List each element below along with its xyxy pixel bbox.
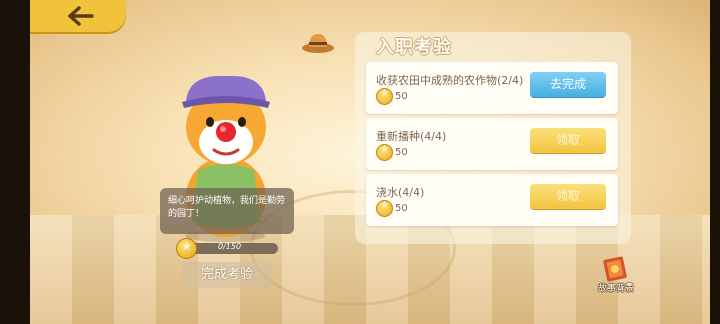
task-name: 浇水(4/4) bbox=[376, 186, 425, 199]
right-letterbox bbox=[710, 0, 720, 324]
task-name: 重新播种(4/4) bbox=[376, 130, 447, 143]
claim-button[interactable]: 领取 bbox=[530, 128, 606, 153]
left-letterbox bbox=[0, 0, 30, 324]
task-card: 重新播种(4/4) ★ 50 领取 bbox=[366, 118, 618, 170]
story-book-icon[interactable] bbox=[600, 254, 630, 284]
story-background-label[interactable]: 故事背景 bbox=[594, 281, 638, 294]
task-reward: 50 bbox=[395, 91, 408, 102]
back-arrow-icon bbox=[68, 6, 94, 26]
complete-trial-button[interactable]: 完成考验 bbox=[182, 262, 272, 288]
star-coin-icon: ★ bbox=[376, 200, 393, 217]
task-reward: 50 bbox=[395, 203, 408, 214]
back-button[interactable] bbox=[30, 0, 126, 32]
star-coin-icon: ★ bbox=[176, 238, 197, 259]
mascot-speech-bubble: 细心呵护动植物，我们是勤劳的园丁！ bbox=[160, 188, 294, 234]
go-complete-button[interactable]: 去完成 bbox=[530, 72, 606, 97]
progress-label: 0/150 bbox=[218, 242, 242, 251]
task-card: 浇水(4/4) ★ 50 领取 bbox=[366, 174, 618, 226]
star-coin-icon: ★ bbox=[376, 88, 393, 105]
star-coin-icon: ★ bbox=[376, 144, 393, 161]
task-card: 收获农田中成熟的农作物(2/4) ★ 50 去完成 bbox=[366, 62, 618, 114]
claim-button[interactable]: 领取 bbox=[530, 184, 606, 209]
cowboy-hat-icon bbox=[302, 34, 334, 53]
page-title: 入职考验 bbox=[376, 37, 452, 58]
task-name: 收获农田中成熟的农作物(2/4) bbox=[376, 74, 524, 87]
tip-text: 细心呵护动植物，我们是勤劳的园丁！ bbox=[168, 196, 286, 219]
task-reward: 50 bbox=[395, 147, 408, 158]
